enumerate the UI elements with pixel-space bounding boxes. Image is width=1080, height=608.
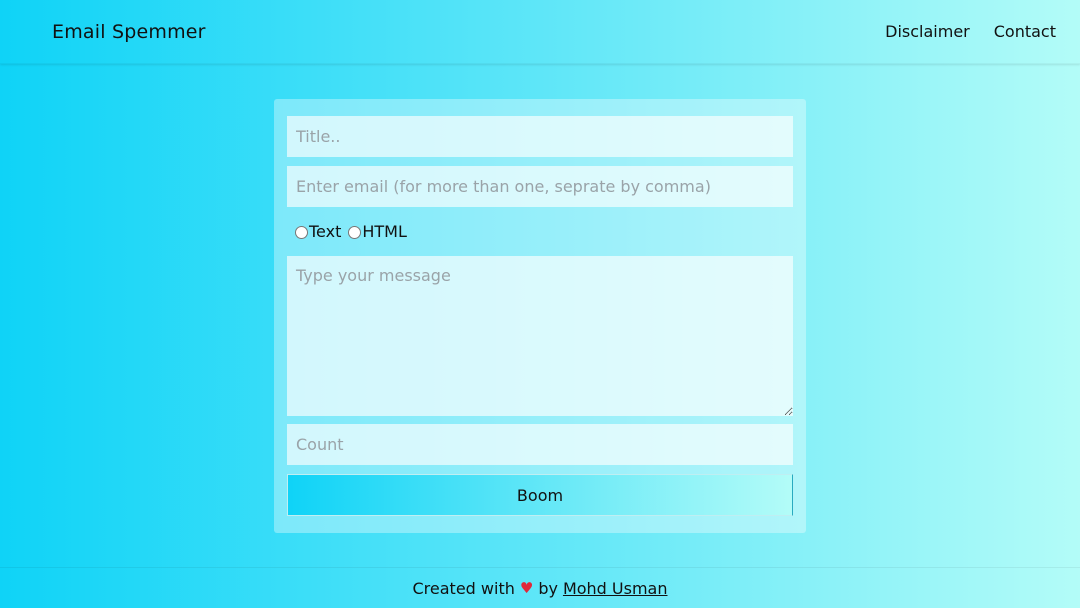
footer-prefix: Created with <box>412 578 515 598</box>
nav-link-disclaimer[interactable]: Disclaimer <box>885 22 970 41</box>
footer: Created with ♥ by Mohd Usman <box>0 567 1080 608</box>
heart-icon: ♥ <box>519 579 534 597</box>
format-option-text[interactable]: Text <box>295 222 341 241</box>
html-radio-label: HTML <box>362 222 407 241</box>
html-radio[interactable] <box>348 226 362 239</box>
navbar: Email Spemmer Disclaimer Contact <box>0 0 1080 64</box>
boom-button[interactable]: Boom <box>287 474 793 516</box>
text-radio[interactable] <box>295 226 308 239</box>
nav-link-contact[interactable]: Contact <box>994 22 1056 41</box>
format-option-html[interactable]: HTML <box>348 222 407 241</box>
title-input[interactable] <box>287 116 793 157</box>
message-textarea[interactable] <box>287 256 793 416</box>
author-link[interactable]: Mohd Usman <box>563 579 668 598</box>
count-input[interactable] <box>287 424 793 465</box>
email-input[interactable] <box>287 166 793 207</box>
nav-links: Disclaimer Contact <box>885 22 1056 41</box>
text-radio-label: Text <box>309 222 342 241</box>
format-radio-group: Text HTML <box>287 207 793 256</box>
brand-title[interactable]: Email Spemmer <box>52 21 206 43</box>
spam-form: Text HTML Boom <box>274 99 806 533</box>
footer-by: by <box>538 578 558 598</box>
